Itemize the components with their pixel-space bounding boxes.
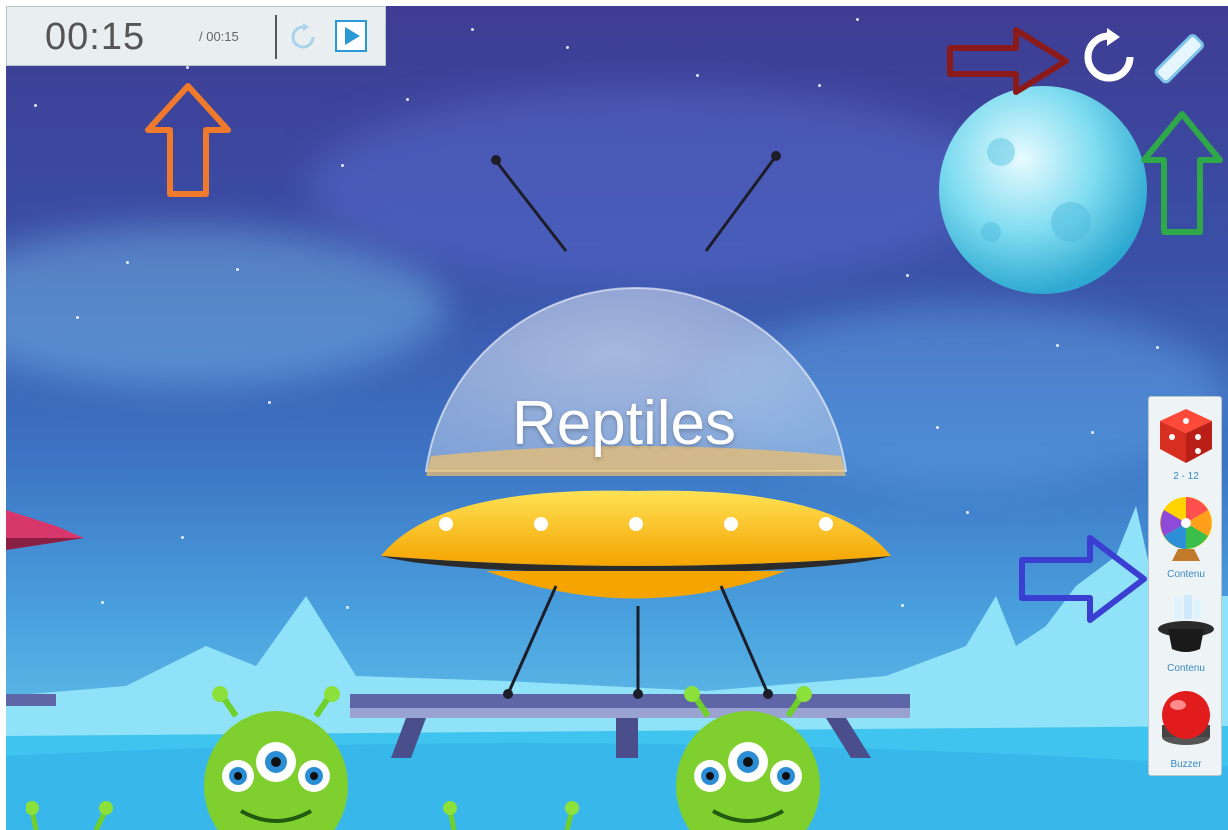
star: [566, 46, 569, 49]
star: [1156, 346, 1159, 349]
star: [126, 261, 129, 264]
tools-panel: 2 - 12 Contenu Contenu Buzzer: [1148, 396, 1222, 776]
annotation-arrow-right: [1019, 535, 1147, 623]
star: [471, 28, 474, 31]
annotation-arrow-up: [145, 83, 231, 197]
star: [406, 98, 409, 101]
dice-icon: [1160, 409, 1212, 463]
star: [186, 66, 189, 69]
timer-divider: [275, 15, 277, 59]
play-icon: [345, 27, 360, 45]
star: [341, 164, 344, 167]
star: [236, 268, 239, 271]
hat-icon: [1158, 595, 1214, 652]
star: [696, 74, 699, 77]
restart-icon[interactable]: [1080, 28, 1138, 86]
game-stage: Reptiles 00:15 / 00:15 2 - 12 Contenu Co…: [6, 6, 1228, 830]
dice-label: 2 - 12: [1173, 471, 1199, 482]
ufo-word: Reptiles: [512, 389, 736, 458]
annotation-arrow-right: [947, 27, 1069, 95]
moon: [939, 86, 1147, 294]
star: [856, 18, 859, 21]
alien-antenna: [443, 801, 579, 830]
star: [818, 84, 821, 87]
dice-tool[interactable]: 2 - 12: [1149, 403, 1223, 487]
buzzer-tool[interactable]: Buzzer: [1149, 685, 1223, 771]
timer-panel: 00:15 / 00:15: [6, 6, 386, 66]
wheel-label: Contenu: [1167, 569, 1205, 580]
star: [76, 316, 79, 319]
annotation-arrow-up: [1141, 111, 1223, 235]
wheel-tool[interactable]: Contenu: [1149, 495, 1223, 585]
reset-icon[interactable]: [289, 23, 317, 51]
hat-label: Contenu: [1167, 663, 1205, 674]
star: [1056, 344, 1059, 347]
star: [936, 426, 939, 429]
buzzer-label: Buzzer: [1170, 759, 1202, 770]
green-alien: [204, 686, 348, 830]
hat-tool[interactable]: Contenu: [1149, 593, 1223, 679]
timer-total: / 00:15: [199, 29, 239, 44]
pen-icon[interactable]: [1152, 28, 1216, 88]
star: [1091, 431, 1094, 434]
green-alien: [676, 686, 820, 830]
star: [268, 401, 271, 404]
star: [906, 274, 909, 277]
buzzer-icon: [1162, 691, 1210, 745]
star: [34, 104, 37, 107]
play-button[interactable]: [335, 20, 367, 52]
alien-antenna: [26, 801, 113, 830]
wheel-icon: [1160, 497, 1212, 561]
timer-elapsed: 00:15: [45, 16, 146, 58]
